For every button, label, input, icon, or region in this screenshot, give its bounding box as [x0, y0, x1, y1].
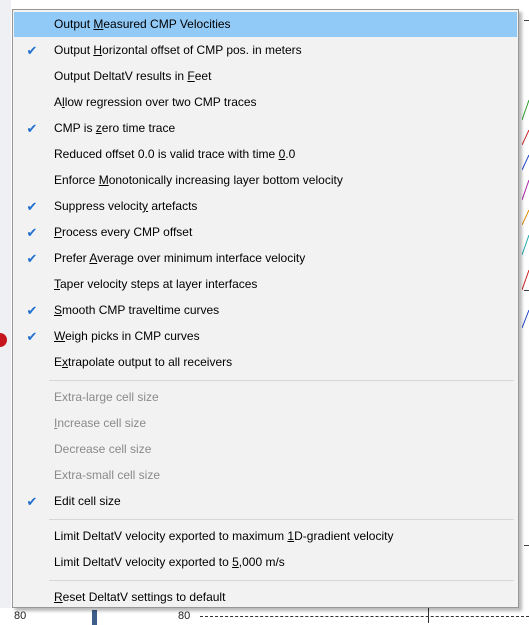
- menu-item[interactable]: Taper velocity steps at layer interfaces: [14, 272, 517, 297]
- menu-item-label: Reduced offset 0.0 is valid trace with t…: [54, 147, 296, 161]
- axis-label-left: 80: [14, 610, 27, 622]
- menu-item: Extra-large cell size: [14, 385, 517, 410]
- menu-item-label: Extra-small cell size: [54, 468, 161, 482]
- menu-item-label: Enforce Monotonically increasing layer b…: [54, 173, 343, 187]
- menu-item-label: Process every CMP offset: [54, 225, 193, 239]
- checkmark-icon: ✔: [26, 199, 38, 214]
- menu-item[interactable]: Extrapolate output to all receivers: [14, 350, 517, 375]
- checkmark-icon: ✔: [26, 121, 38, 136]
- menu-separator: [49, 380, 514, 381]
- menu-item[interactable]: ✔ Weigh picks in CMP curves: [14, 324, 517, 349]
- menu-item-label: Allow regression over two CMP traces: [54, 95, 257, 109]
- menu-item[interactable]: ✔ Edit cell size: [14, 489, 517, 514]
- menu-item-label: Increase cell size: [54, 416, 147, 430]
- menu-item-label: CMP is zero time trace: [54, 121, 176, 135]
- menu-item[interactable]: Limit DeltatV velocity exported to maxim…: [14, 524, 517, 549]
- menu-item[interactable]: Reset DeltatV settings to default: [14, 585, 517, 610]
- scrollbar-fragment: [92, 610, 97, 625]
- menu-separator: [49, 580, 514, 581]
- checkmark-icon: ✔: [26, 43, 38, 58]
- menu-item[interactable]: ✔ Prefer Average over minimum interface v…: [14, 246, 517, 271]
- menu-item[interactable]: ✔ Output Horizontal offset of CMP pos. in…: [14, 38, 517, 63]
- menu-item[interactable]: ✔ CMP is zero time trace: [14, 116, 517, 141]
- axis-label-mid: 80: [178, 610, 191, 622]
- menu-item-label: Reset DeltatV settings to default: [54, 590, 226, 604]
- checkmark-icon: ✔: [26, 494, 38, 509]
- context-menu: Output Measured CMP Velocities ✔ Output Ho…: [12, 9, 519, 608]
- menu-item[interactable]: Output DeltatV results in Feet: [14, 64, 517, 89]
- grid-line: [524, 290, 529, 291]
- menu-item-label: Weigh picks in CMP curves: [54, 329, 200, 343]
- menu-item-label: Decrease cell size: [54, 442, 152, 456]
- menu-item-label: Prefer Average over minimum interface ve…: [54, 251, 306, 265]
- menu-item: Extra-small cell size: [14, 463, 517, 488]
- menu-item[interactable]: ✔ Suppress velocity artefacts: [14, 194, 517, 219]
- menu-item-label: Taper velocity steps at layer interfaces: [54, 277, 258, 291]
- menu-item-label: Limit DeltatV velocity exported to 5,000…: [54, 555, 285, 569]
- menu-item-label: Extra-large cell size: [54, 390, 159, 404]
- menu-item-label: Output Measured CMP Velocities: [54, 17, 231, 31]
- grid-line: [524, 20, 529, 21]
- dashed-grid-line: [200, 616, 529, 617]
- menu-item[interactable]: ✔ Smooth CMP traveltime curves: [14, 298, 517, 323]
- menu-item-label: Output DeltatV results in Feet: [54, 69, 212, 83]
- axis-tick: [428, 608, 429, 623]
- menu-item[interactable]: ✔ Process every CMP offset: [14, 220, 517, 245]
- menu-item: Increase cell size: [14, 411, 517, 436]
- checkmark-icon: ✔: [26, 329, 38, 344]
- menu-item-label: Smooth CMP traveltime curves: [54, 303, 220, 317]
- menu-item-label: Suppress velocity artefacts: [54, 199, 198, 213]
- menu-separator: [49, 519, 514, 520]
- plot-bottom-axis: 80 80: [0, 608, 529, 625]
- menu-item[interactable]: Enforce Monotonically increasing layer b…: [14, 168, 517, 193]
- checkmark-icon: ✔: [26, 303, 38, 318]
- menu-item: Decrease cell size: [14, 437, 517, 462]
- menu-item-label: Extrapolate output to all receivers: [54, 355, 233, 369]
- menu-item-label: Edit cell size: [54, 494, 121, 508]
- plot-curves: [522, 99, 529, 329]
- menu-item[interactable]: Reduced offset 0.0 is valid trace with t…: [14, 142, 517, 167]
- menu-item[interactable]: Allow regression over two CMP traces: [14, 90, 517, 115]
- menu-item-label: Limit DeltatV velocity exported to maxim…: [54, 529, 394, 543]
- checkmark-icon: ✔: [26, 251, 38, 266]
- menu-item[interactable]: Output Measured CMP Velocities: [14, 12, 517, 37]
- checkmark-icon: ✔: [26, 225, 38, 240]
- left-panel-edge: [0, 0, 11, 625]
- menu-item-label: Output Horizontal offset of CMP pos. in …: [54, 43, 302, 57]
- menu-item[interactable]: Limit DeltatV velocity exported to 5,000…: [14, 550, 517, 575]
- grid-line: [524, 545, 529, 546]
